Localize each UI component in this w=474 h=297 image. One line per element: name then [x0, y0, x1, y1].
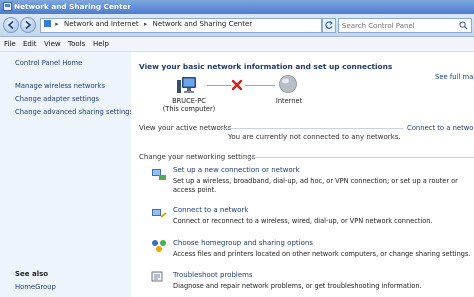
divider [243, 157, 474, 158]
menu-bar: File Edit View Tools Help [0, 37, 474, 52]
connection-line [245, 85, 275, 86]
see-also-homegroup[interactable]: HomeGroup [15, 283, 56, 291]
window-title: Network and Sharing Center [14, 2, 132, 11]
see-also-heading: See also [15, 270, 49, 278]
back-arrow-icon [7, 20, 14, 30]
task-connect-network-link[interactable]: Connect to a network [173, 206, 248, 214]
title-bar: Network and Sharing Center [0, 0, 474, 14]
breadcrumb[interactable]: ▸ Network and Internet ▸ Network and Sha… [40, 18, 322, 33]
task-homegroup-desc: Access files and printers located on oth… [173, 250, 471, 258]
breadcrumb-separator: ▸ [55, 20, 59, 28]
connect-network-icon [152, 209, 167, 218]
see-full-map-link[interactable]: See full map [435, 73, 474, 81]
task-troubleshoot-desc: Diagnose and repair network problems, or… [173, 282, 422, 290]
task-troubleshoot-link[interactable]: Troubleshoot problems [173, 271, 253, 279]
active-networks-label: View your active networks [139, 124, 232, 132]
breadcrumb-separator: ▸ [143, 20, 148, 28]
search-input[interactable] [339, 19, 455, 32]
search-box[interactable] [338, 18, 472, 33]
control-panel-icon [44, 20, 51, 27]
refresh-button[interactable] [322, 18, 336, 33]
menu-tools[interactable]: Tools [68, 40, 85, 48]
connection-line [207, 85, 231, 86]
disconnected-x-icon[interactable] [231, 79, 243, 91]
sidebar-control-panel-home[interactable]: Control Panel Home [15, 59, 82, 67]
connect-to-network-link[interactable]: Connect to a network [407, 124, 474, 132]
change-settings-label: Change your networking settings [139, 153, 256, 161]
computer-name: BRUCE-PC [172, 97, 206, 105]
refresh-icon [325, 21, 333, 29]
new-connection-icon [152, 169, 166, 180]
not-connected-text: You are currently not connected to any n… [228, 133, 401, 141]
network-center-icon [3, 2, 12, 11]
computer-sub: (This computer) [162, 105, 216, 113]
sidebar-item-manage-wireless[interactable]: Manage wireless networks [15, 82, 105, 90]
menu-file[interactable]: File [4, 40, 16, 48]
menu-help[interactable]: Help [93, 40, 109, 48]
internet-label: Internet [275, 97, 303, 105]
sidebar-item-advanced-sharing[interactable]: Change advanced sharing settings [15, 108, 133, 116]
main-panel: View your basic network information and … [131, 52, 474, 297]
task-homegroup-link[interactable]: Choose homegroup and sharing options [173, 239, 313, 247]
address-bar: ▸ Network and Internet ▸ Network and Sha… [0, 14, 474, 37]
task-setup-connection-link[interactable]: Set up a new connection or network [173, 166, 300, 174]
menu-view[interactable]: View [44, 40, 61, 48]
back-button[interactable] [3, 17, 19, 33]
sidebar: Control Panel Home Manage wireless netwo… [0, 52, 133, 297]
task-connect-network-desc: Connect or reconnect to a wireless, wire… [173, 217, 433, 225]
breadcrumb-network-and-internet[interactable]: Network and Internet [64, 20, 139, 28]
computer-icon[interactable] [176, 76, 200, 96]
troubleshoot-icon [151, 271, 163, 282]
internet-globe-icon[interactable] [278, 74, 298, 94]
page-heading: View your basic network information and … [139, 62, 393, 71]
breadcrumb-network-sharing-center[interactable]: Network and Sharing Center [153, 20, 253, 28]
task-setup-connection-desc: Set up a wireless, broadband, dial-up, a… [173, 177, 458, 194]
forward-arrow-icon [25, 20, 32, 30]
divider [219, 128, 403, 129]
forward-button[interactable] [20, 17, 36, 33]
menu-edit[interactable]: Edit [23, 40, 37, 48]
search-icon[interactable] [459, 21, 468, 30]
homegroup-icon [152, 240, 166, 252]
sidebar-item-adapter-settings[interactable]: Change adapter settings [15, 95, 99, 103]
